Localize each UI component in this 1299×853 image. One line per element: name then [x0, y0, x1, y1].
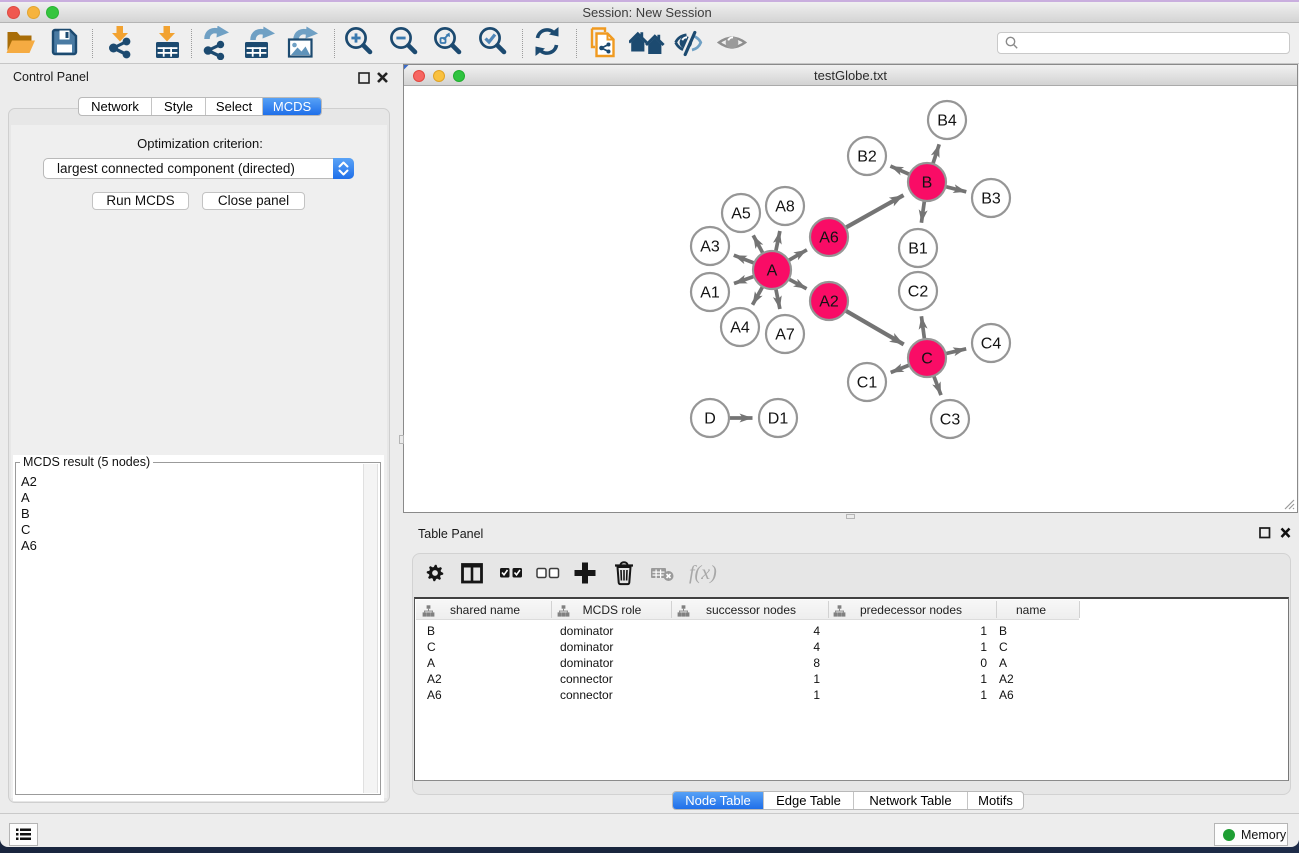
svg-text:B4: B4	[937, 113, 957, 130]
svg-text:A8: A8	[775, 199, 795, 216]
svg-text:B1: B1	[908, 241, 928, 258]
svg-text:A1: A1	[700, 285, 720, 302]
svg-text:A5: A5	[731, 206, 751, 223]
svg-text:A7: A7	[775, 327, 795, 344]
svg-text:C4: C4	[981, 336, 1002, 353]
svg-text:A4: A4	[730, 320, 750, 337]
svg-text:A2: A2	[819, 294, 839, 311]
svg-text:A6: A6	[819, 230, 839, 247]
svg-text:D: D	[704, 411, 716, 428]
svg-text:C3: C3	[940, 412, 961, 429]
svg-text:C1: C1	[857, 375, 878, 392]
svg-text:A3: A3	[700, 239, 720, 256]
svg-text:B2: B2	[857, 149, 877, 166]
svg-text:C: C	[921, 351, 933, 368]
svg-text:A: A	[767, 263, 778, 280]
svg-text:B3: B3	[981, 191, 1001, 208]
svg-text:B: B	[922, 175, 933, 192]
svg-text:C2: C2	[908, 284, 929, 301]
svg-text:D1: D1	[768, 411, 789, 428]
